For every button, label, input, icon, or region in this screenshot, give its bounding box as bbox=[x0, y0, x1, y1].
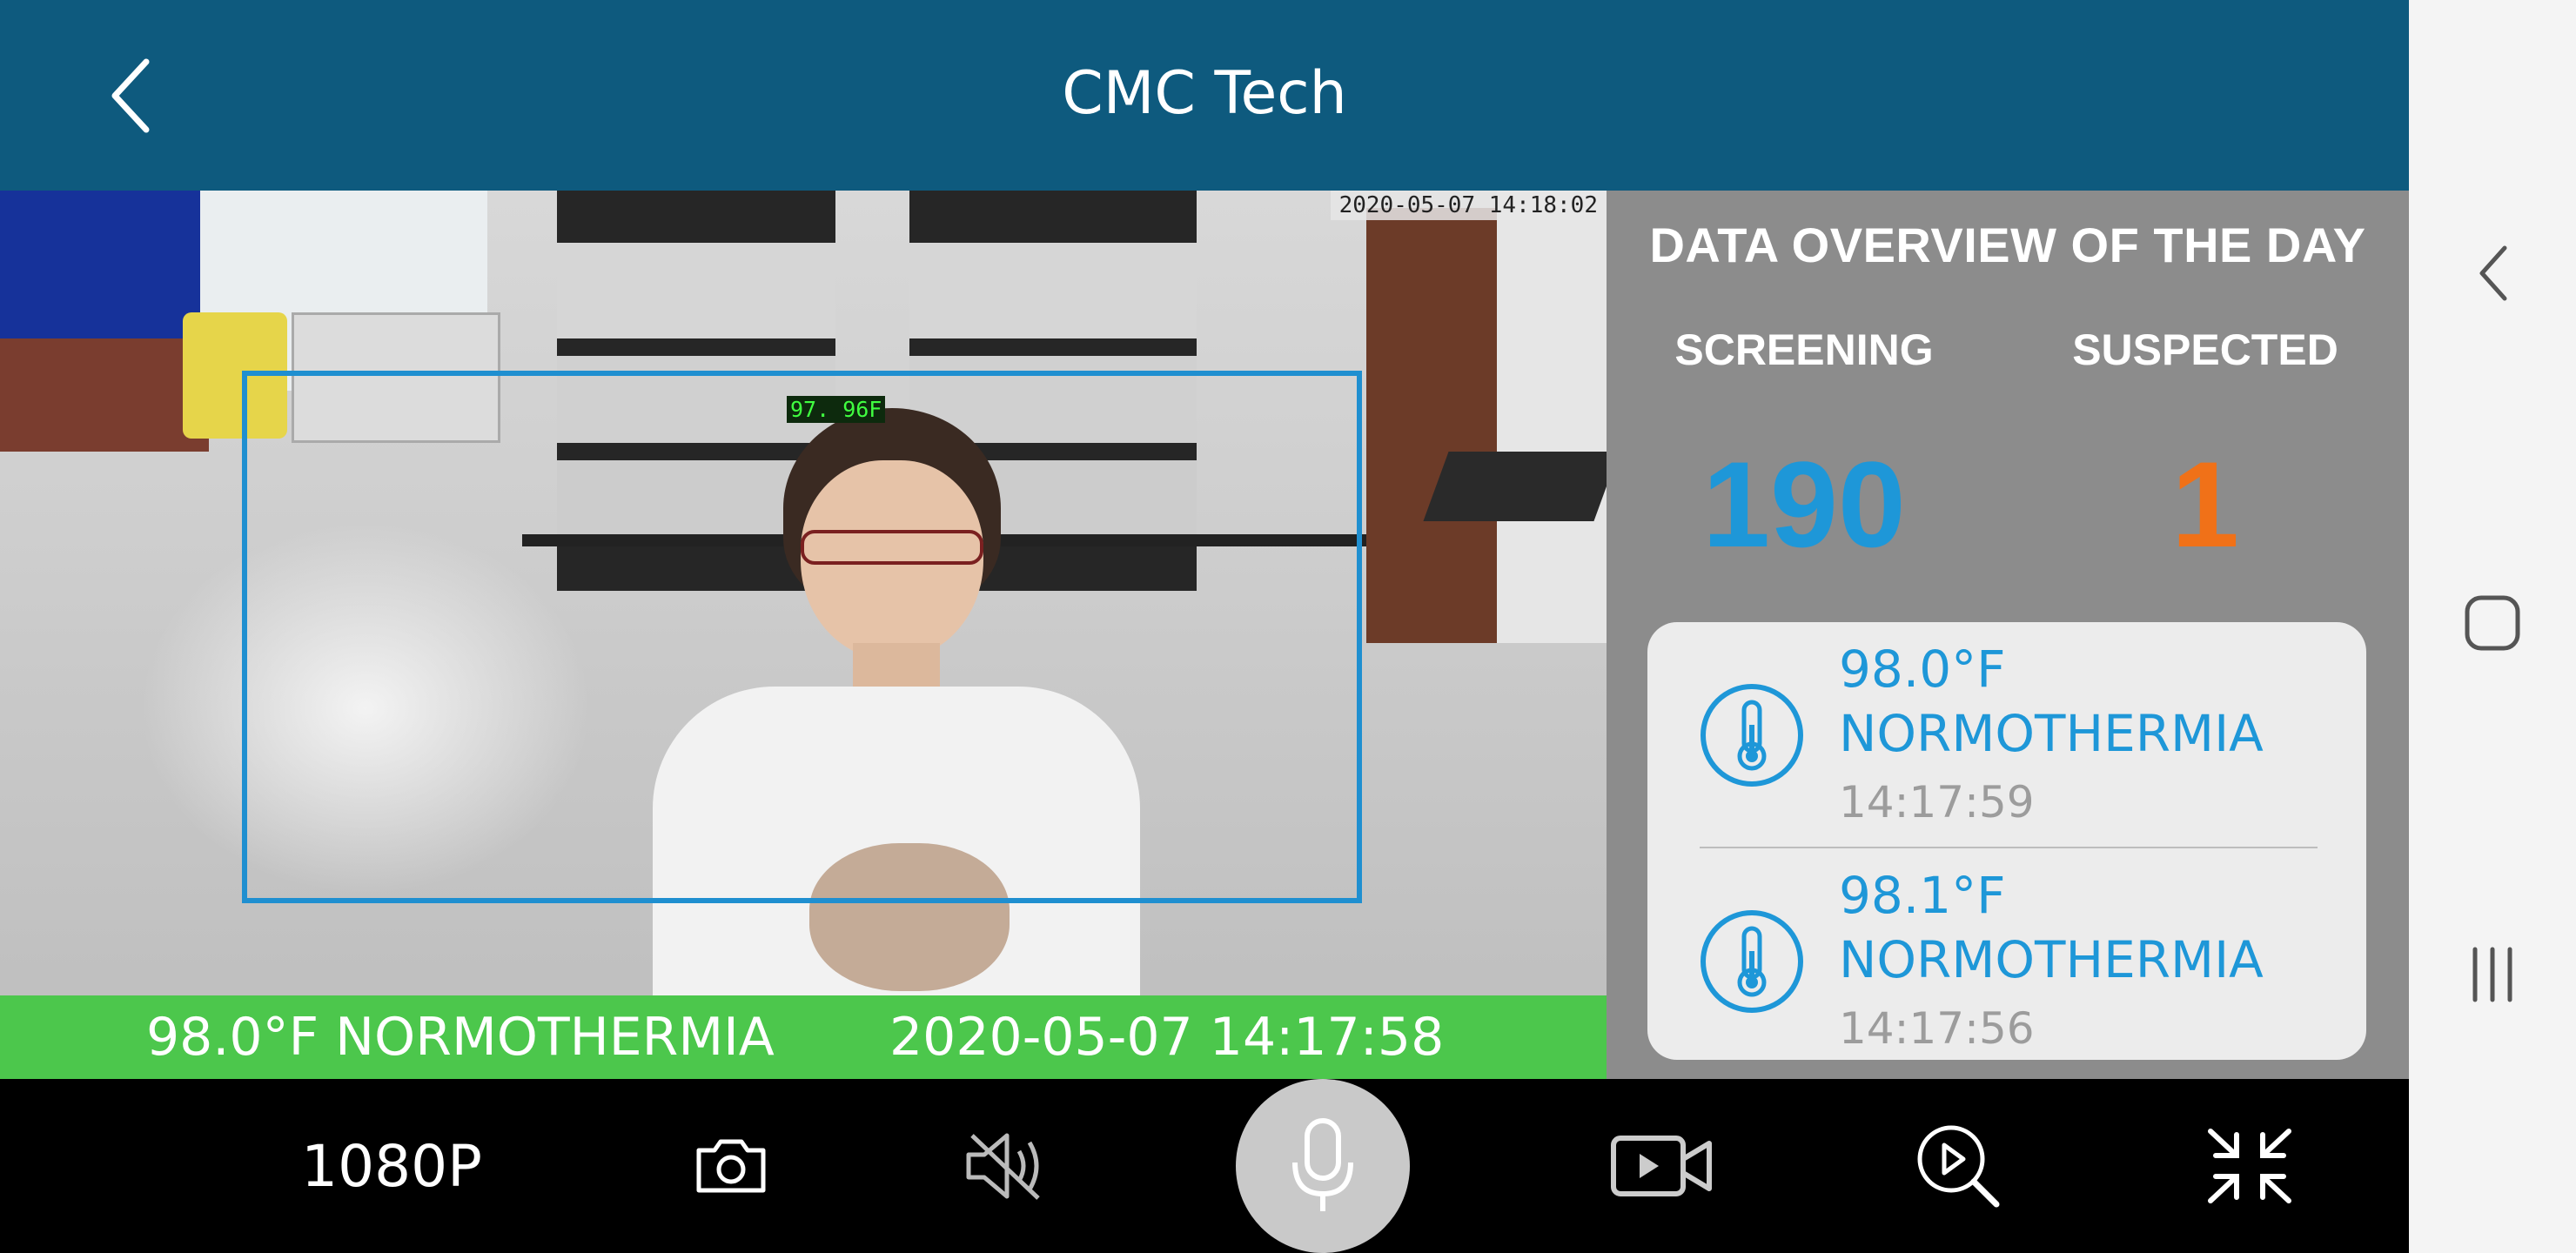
video-timestamp: 2020-05-07 14:18:02 bbox=[1330, 191, 1607, 220]
scene-door bbox=[1366, 208, 1497, 643]
system-nav-bar bbox=[2409, 0, 2576, 1253]
nav-home-button[interactable] bbox=[2440, 571, 2545, 675]
camera-live-view[interactable]: 2020-05-07 14:18:02 97. 96F 98.0°F NORMO… bbox=[0, 191, 1607, 1079]
screening-count: 190 bbox=[1702, 436, 1906, 573]
temperature-banner: 98.0°F NORMOTHERMIA 2020-05-07 14:17:58 bbox=[0, 995, 1607, 1079]
suspected-count: 1 bbox=[2171, 436, 2239, 573]
panel-title: DATA OVERVIEW OF THE DAY bbox=[1649, 218, 2366, 272]
scene-wall-right bbox=[1497, 191, 1607, 643]
record-temperature: 98.0°F bbox=[1839, 640, 2006, 699]
suspected-label: SUSPECTED bbox=[2072, 325, 2338, 374]
playback-search-button[interactable] bbox=[1902, 1114, 2015, 1218]
recents-icon bbox=[2472, 947, 2512, 1002]
face-temperature-label: 97. 96F bbox=[787, 396, 886, 423]
exit-fullscreen-button[interactable] bbox=[2193, 1114, 2306, 1218]
record-item[interactable]: 98.0°F NORMOTHERMIA 14:17:59 bbox=[1647, 622, 2366, 848]
record-video-button[interactable] bbox=[1601, 1114, 1723, 1218]
data-overview-panel: DATA OVERVIEW OF THE DAY SCREENING SUSPE… bbox=[1607, 191, 2409, 1079]
mute-button[interactable] bbox=[949, 1114, 1062, 1218]
banner-temperature: 98.0°F NORMOTHERMIA bbox=[146, 1007, 775, 1068]
temperature-records-list[interactable]: 98.0°F NORMOTHERMIA 14:17:59 98.1°F NORM… bbox=[1647, 622, 2366, 1060]
nav-recents-button[interactable] bbox=[2440, 922, 2545, 1027]
scene-desk bbox=[0, 338, 209, 452]
screening-label: SCREENING bbox=[1674, 325, 1934, 374]
back-icon bbox=[2479, 245, 2507, 301]
snapshot-button[interactable] bbox=[679, 1114, 783, 1218]
talk-button[interactable] bbox=[1236, 1079, 1410, 1253]
resolution-button[interactable]: 1080P bbox=[261, 1114, 522, 1218]
record-video-icon bbox=[1611, 1136, 1712, 1196]
record-time: 14:17:56 bbox=[1839, 1003, 2035, 1054]
shelf-row bbox=[557, 243, 835, 338]
microphone-icon bbox=[1292, 1118, 1353, 1211]
banner-datetime: 2020-05-07 14:17:58 bbox=[889, 1007, 1445, 1068]
home-icon bbox=[2465, 595, 2520, 651]
record-temperature: 98.1°F bbox=[1839, 866, 2006, 925]
video-toolbar: 1080P bbox=[0, 1079, 2409, 1253]
record-item[interactable]: 98.1°F NORMOTHERMIA 14:17:56 bbox=[1647, 848, 2366, 1060]
record-status: NORMOTHERMIA bbox=[1839, 930, 2264, 989]
thermometer-icon bbox=[1701, 684, 1803, 787]
app-header: CMC Tech bbox=[0, 0, 2409, 191]
thermometer-icon bbox=[1701, 910, 1803, 1013]
page-title: CMC Tech bbox=[1062, 59, 1347, 128]
exit-fullscreen-icon bbox=[2208, 1129, 2291, 1203]
record-time: 14:17:59 bbox=[1839, 777, 2035, 828]
playback-search-icon bbox=[1917, 1125, 2000, 1208]
shelf-row bbox=[909, 243, 1197, 338]
camera-icon bbox=[696, 1139, 766, 1193]
record-status: NORMOTHERMIA bbox=[1839, 704, 2264, 763]
scene-table bbox=[1423, 452, 1607, 521]
nav-back-button[interactable] bbox=[2440, 221, 2545, 325]
mute-icon bbox=[966, 1133, 1040, 1200]
face-detection-box bbox=[242, 371, 1362, 903]
